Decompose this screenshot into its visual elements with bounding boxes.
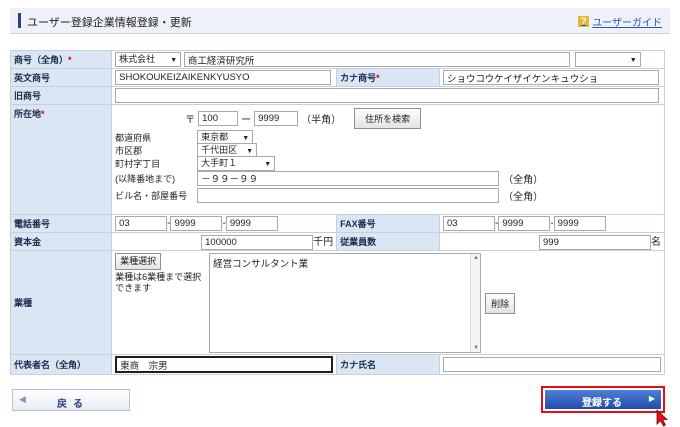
capital-input[interactable] — [201, 234, 314, 250]
old-name-label: 旧商号 — [9, 86, 113, 105]
town-select[interactable]: 大手町１ ▼ — [197, 156, 276, 171]
employees-input[interactable] — [539, 234, 651, 250]
english-name-input[interactable] — [115, 70, 332, 85]
page-header: ユーザー登録企業情報登録・更新 ? ユーザーガイド — [10, 8, 670, 34]
industry-item[interactable]: 経営コンサルタント業 — [213, 259, 308, 270]
company-name-input[interactable] — [183, 52, 570, 67]
building-note: （全角） — [503, 191, 544, 203]
address-search-button[interactable]: 住所を検索 — [354, 107, 422, 129]
mouse-pointer-icon — [656, 409, 669, 427]
phone-cell: -- — [111, 214, 338, 233]
postal-dash: ー — [241, 114, 252, 126]
phone-label: 電話番号 — [9, 214, 113, 233]
scroll-down-icon[interactable]: ▼ — [473, 345, 479, 351]
industry-select-button[interactable]: 業種選択 — [115, 253, 162, 270]
register-button[interactable]: 登録する ▶ — [545, 390, 661, 409]
back-button[interactable]: ◀ 戻る — [12, 389, 130, 411]
fax-exchange-input[interactable] — [498, 216, 551, 231]
old-name-cell — [111, 86, 665, 105]
postal-mark: 〒 — [185, 114, 196, 126]
postal-code-2-input[interactable] — [254, 110, 299, 126]
industry-note: 業種は6業種まで選択できます — [115, 272, 202, 293]
address-cell: 〒 ー （半角） 住所を検索 都道府県 東京都▼ 市区郡 千代田区▼ 町村字丁目… — [111, 104, 665, 215]
user-guide-link[interactable]: ? ユーザーガイド — [578, 14, 662, 29]
fax-area-input[interactable] — [442, 216, 495, 231]
street-note: （全角） — [503, 174, 544, 186]
company-name-label: 商号（全角）* — [9, 50, 113, 69]
old-name-input[interactable] — [115, 88, 660, 103]
street-input[interactable] — [197, 170, 500, 186]
chevron-left-icon: ◀ — [19, 394, 26, 404]
english-name-label: 英文商号 — [9, 68, 113, 87]
fax-cell: -- — [438, 214, 666, 233]
employees-cell: 名 — [438, 232, 666, 251]
phone-area-input[interactable] — [115, 216, 168, 231]
company-type-position-select[interactable]: ▼ — [574, 52, 641, 67]
building-label: ビル名・部屋番号 — [115, 190, 188, 201]
chevron-down-icon: ▼ — [170, 57, 178, 64]
rep-kana-input[interactable] — [442, 357, 661, 372]
capital-label: 資本金 — [9, 232, 113, 251]
company-name-cell: 株式会社▼ ▼ — [111, 50, 665, 69]
kana-name-label: カナ商号* — [336, 68, 440, 87]
address-label: 所在地* — [9, 104, 113, 215]
town-label: 町村字丁目 — [115, 159, 161, 169]
fax-label: FAX番号 — [336, 214, 440, 233]
page-title: ユーザー登録企業情報登録・更新 — [27, 17, 192, 29]
user-guide-label: ユーザーガイド — [592, 18, 662, 29]
chevron-down-icon: ▼ — [264, 161, 272, 168]
street-label: (以降番地まで) — [115, 173, 176, 184]
city-label: 市区郡 — [115, 146, 143, 156]
postal-note: （半角） — [301, 114, 342, 126]
phone-number-input[interactable] — [225, 216, 278, 231]
chevron-right-icon: ▶ — [648, 394, 655, 403]
industry-list-scrollbar[interactable]: ▲ ▼ — [470, 254, 481, 352]
kana-name-input[interactable] — [442, 70, 659, 85]
industry-delete-button[interactable]: 削除 — [485, 292, 516, 314]
industry-list[interactable]: 経営コンサルタント業 ▲ ▼ — [209, 253, 482, 353]
kana-name-cell — [438, 68, 666, 87]
company-form: 商号（全角）* 株式会社▼ ▼ 英文商号 カナ商号* 旧商号 所在地* 〒 ー — [9, 50, 666, 375]
employees-label: 従業員数 — [336, 232, 440, 251]
english-name-cell — [111, 68, 338, 87]
representative-cell — [111, 354, 338, 375]
industry-cell: 業種選択 業種は6業種まで選択できます 経営コンサルタント業 ▲ ▼ 削除 — [111, 250, 665, 355]
rep-kana-label: カナ氏名 — [336, 354, 440, 375]
representative-name-input[interactable] — [115, 356, 334, 373]
fax-number-input[interactable] — [553, 216, 606, 231]
scroll-up-icon[interactable]: ▲ — [473, 255, 479, 261]
header-accent-bar — [18, 13, 21, 28]
building-input[interactable] — [197, 187, 500, 203]
phone-exchange-input[interactable] — [170, 216, 223, 231]
rep-kana-cell — [438, 354, 666, 375]
capital-cell: 千円 — [111, 232, 338, 251]
help-icon: ? — [578, 16, 590, 27]
employees-unit: 名 — [651, 237, 661, 249]
capital-unit: 千円 — [313, 237, 334, 249]
register-button-label: 登録する — [582, 398, 622, 409]
chevron-down-icon: ▼ — [629, 57, 637, 64]
prefecture-label: 都道府県 — [115, 133, 152, 143]
register-button-highlight: 登録する ▶ — [541, 386, 665, 413]
representative-label: 代表者名（全角） — [9, 354, 113, 375]
back-button-label: 戻る — [57, 399, 89, 410]
company-type-select[interactable]: 株式会社 ▼ — [115, 52, 182, 67]
postal-code-1-input[interactable] — [198, 110, 239, 126]
industry-label: 業種 — [9, 250, 113, 355]
